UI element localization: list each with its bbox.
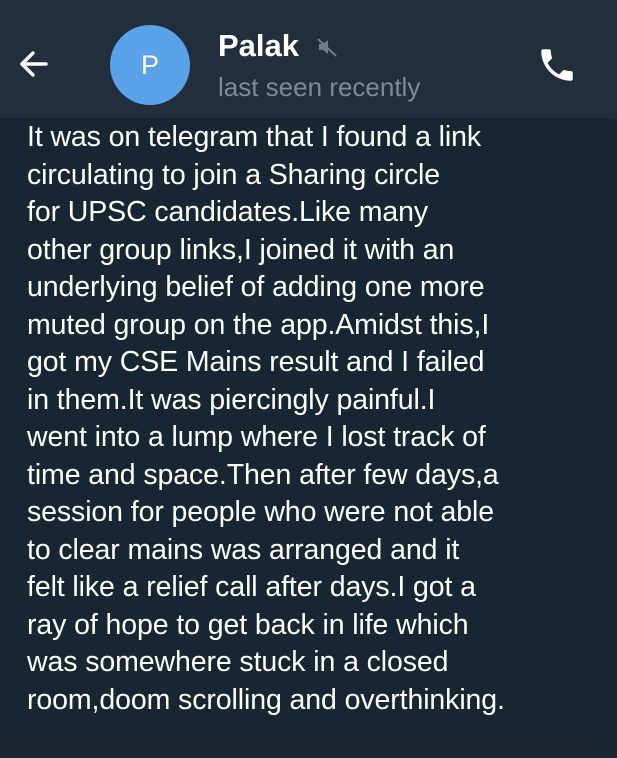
phone-icon[interactable]	[536, 44, 578, 86]
avatar[interactable]: P	[110, 25, 190, 105]
message-text: It was on telegram that I found a link c…	[27, 121, 505, 716]
speaker-muted-icon	[317, 38, 337, 57]
arrow-left-icon[interactable]	[14, 44, 54, 84]
last-seen-status: last seen recently	[218, 72, 421, 102]
chat-header: P Palak last seen recently	[0, 0, 617, 118]
chat-edge	[610, 118, 617, 758]
contact-name[interactable]: Palak	[218, 28, 299, 64]
